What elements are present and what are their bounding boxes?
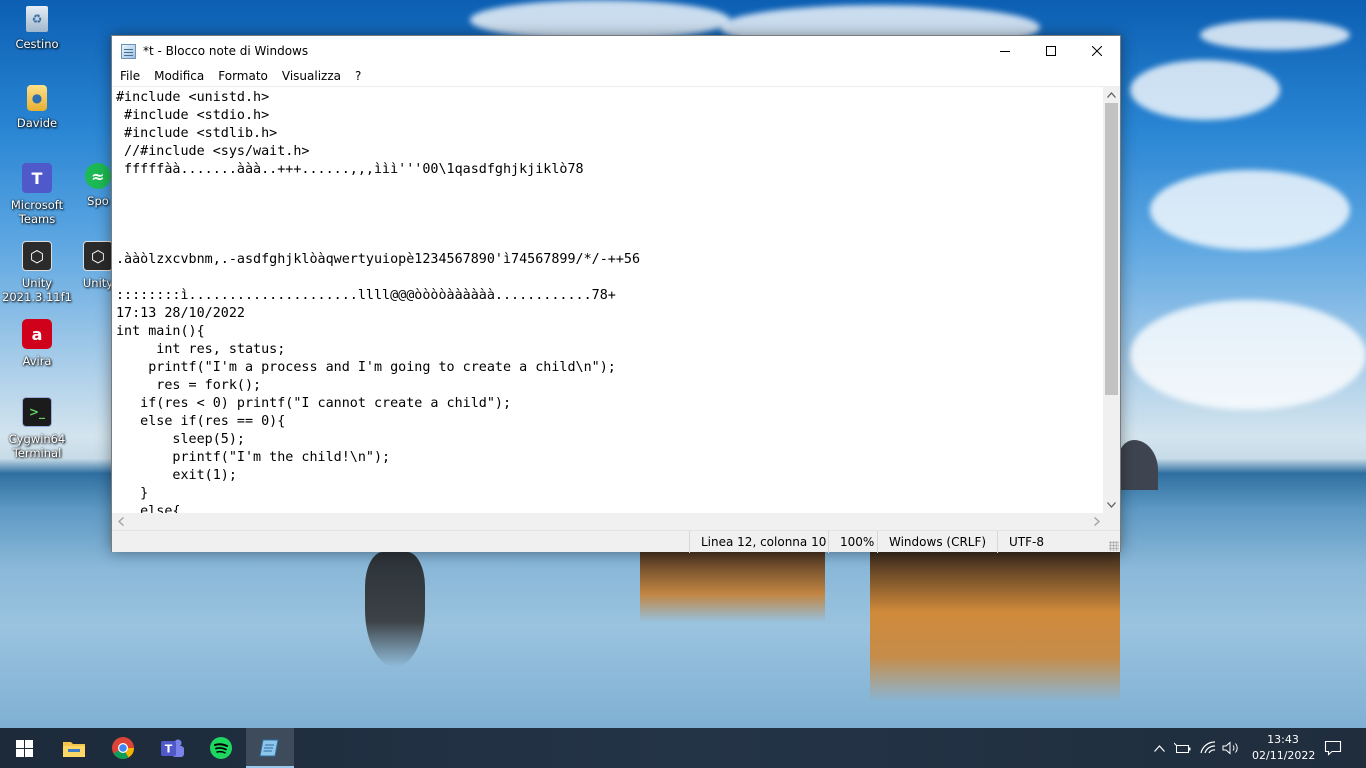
menu-edit[interactable]: Modifica xyxy=(147,66,211,86)
spotify-icon: ≈ xyxy=(85,163,111,189)
notepad-icon xyxy=(121,43,136,59)
chrome-icon xyxy=(112,737,134,759)
menu-format[interactable]: Formato xyxy=(211,66,275,86)
desktop-icon-label: Microsoft Teams xyxy=(10,198,64,226)
network-button[interactable] xyxy=(1197,728,1219,768)
wallpaper-cloud xyxy=(470,0,730,40)
desktop-icon-teams[interactable]: T Microsoft Teams xyxy=(0,163,74,226)
text-editor[interactable]: #include <unistd.h> #include <stdio.h> #… xyxy=(112,86,1105,513)
desktop-icon-label: Cestino xyxy=(15,37,59,51)
scrollbar-corner xyxy=(1103,513,1120,530)
clock-date: 02/11/2022 xyxy=(1252,749,1316,762)
wallpaper-cloud xyxy=(1150,170,1350,250)
teams-icon: T xyxy=(161,739,184,757)
menu-file[interactable]: File xyxy=(113,66,147,86)
start-icon xyxy=(15,739,33,757)
file-explorer-icon xyxy=(63,742,85,757)
menu-view[interactable]: Visualizza xyxy=(275,66,348,86)
battery-button[interactable] xyxy=(1172,728,1194,768)
desktop-icon-cygwin[interactable]: >_ Cygwin64 Terminal xyxy=(0,397,74,460)
notification-icon xyxy=(1324,740,1342,756)
start-button[interactable] xyxy=(0,728,48,768)
chevron-down-icon xyxy=(1107,501,1116,508)
wallpaper-reflection xyxy=(640,552,825,622)
action-center-button[interactable] xyxy=(1318,728,1348,768)
desktop-icon-label: Avira xyxy=(22,354,52,368)
minimize-icon xyxy=(1000,51,1010,52)
taskbar-spotify[interactable] xyxy=(197,728,245,768)
close-button[interactable] xyxy=(1074,36,1120,66)
scroll-down-button[interactable] xyxy=(1103,496,1120,513)
taskbar-clock[interactable]: 13:43 02/11/2022 xyxy=(1252,728,1316,768)
spotify-icon xyxy=(210,737,232,759)
user-folder-icon: ● xyxy=(27,85,47,111)
wallpaper-rock xyxy=(1118,440,1158,490)
scroll-left-button[interactable] xyxy=(112,513,129,530)
scroll-up-button[interactable] xyxy=(1103,86,1120,103)
chevron-up-icon xyxy=(1153,744,1165,752)
taskbar-chrome[interactable] xyxy=(99,728,147,768)
clock-time: 13:43 xyxy=(1267,733,1299,746)
desktop-icon-unity[interactable]: ⬡ Unity 2021.3.11f1 xyxy=(0,241,74,304)
battery-plug-icon xyxy=(1174,742,1191,753)
status-encoding: UTF-8 xyxy=(997,531,1117,553)
unity-icon: ⬡ xyxy=(22,241,52,271)
chevron-left-icon xyxy=(117,517,124,526)
title-bar[interactable]: *t - Blocco note di Windows xyxy=(112,36,1120,66)
taskbar-notepad[interactable] xyxy=(246,728,294,768)
recycle-bin-icon: ♻ xyxy=(26,6,48,32)
status-line-ending: Windows (CRLF) xyxy=(877,531,997,553)
unity-icon: ⬡ xyxy=(83,241,113,271)
wallpaper-cloud xyxy=(1130,60,1280,120)
wallpaper-figure-reflection xyxy=(365,552,425,667)
taskbar-teams[interactable]: T xyxy=(148,728,196,768)
close-icon xyxy=(1092,46,1102,56)
maximize-icon xyxy=(1046,46,1056,56)
caption-buttons xyxy=(982,36,1120,66)
teams-icon: T xyxy=(22,163,52,193)
wallpaper-reflection xyxy=(870,552,1120,702)
chevron-right-icon xyxy=(1093,517,1100,526)
editor-content[interactable]: #include <unistd.h> #include <stdio.h> #… xyxy=(112,87,1105,513)
avira-icon: a xyxy=(22,319,52,349)
desktop-icon-label: Unity xyxy=(82,276,114,290)
vertical-scroll-thumb[interactable] xyxy=(1105,103,1118,395)
desktop-icon-label: Unity 2021.3.11f1 xyxy=(2,276,72,304)
menu-help[interactable]: ? xyxy=(348,66,368,86)
desktop-icon-label: Davide xyxy=(16,116,58,130)
wifi-icon xyxy=(1200,741,1216,754)
desktop-icon-user-folder[interactable]: ● Davide xyxy=(0,85,74,130)
desktop-icon-label: Cygwin64 Terminal xyxy=(8,432,66,460)
taskbar-file-explorer[interactable] xyxy=(50,728,98,768)
wallpaper-cloud xyxy=(1130,300,1366,410)
desktop-icon-avira[interactable]: a Avira xyxy=(0,319,74,368)
show-hidden-icons-button[interactable] xyxy=(1150,728,1168,768)
window-title: *t - Blocco note di Windows xyxy=(143,44,309,58)
horizontal-scrollbar[interactable] xyxy=(112,513,1105,530)
taskbar: T 13:43 02/11/2022 xyxy=(0,728,1366,768)
vertical-scrollbar[interactable] xyxy=(1103,86,1120,513)
chevron-up-icon xyxy=(1107,91,1116,98)
status-bar: Linea 12, colonna 10 100% Windows (CRLF)… xyxy=(112,530,1120,553)
wallpaper-cloud xyxy=(1200,20,1350,50)
volume-button[interactable] xyxy=(1220,728,1242,768)
resize-grip[interactable] xyxy=(1109,541,1119,551)
desktop-icon-label: Spo xyxy=(87,194,109,208)
svg-text:T: T xyxy=(165,743,173,756)
minimize-button[interactable] xyxy=(982,36,1028,66)
volume-icon xyxy=(1222,741,1238,755)
menu-bar: File Modifica Formato Visualizza ? xyxy=(112,66,1120,86)
notepad-icon xyxy=(259,739,279,757)
notepad-window: *t - Blocco note di Windows File Modific… xyxy=(111,35,1121,553)
cygwin-terminal-icon: >_ xyxy=(22,397,52,427)
maximize-button[interactable] xyxy=(1028,36,1074,66)
desktop-icon-recycle-bin[interactable]: ♻ Cestino xyxy=(0,6,74,51)
status-cursor-position: Linea 12, colonna 10 xyxy=(689,531,828,553)
